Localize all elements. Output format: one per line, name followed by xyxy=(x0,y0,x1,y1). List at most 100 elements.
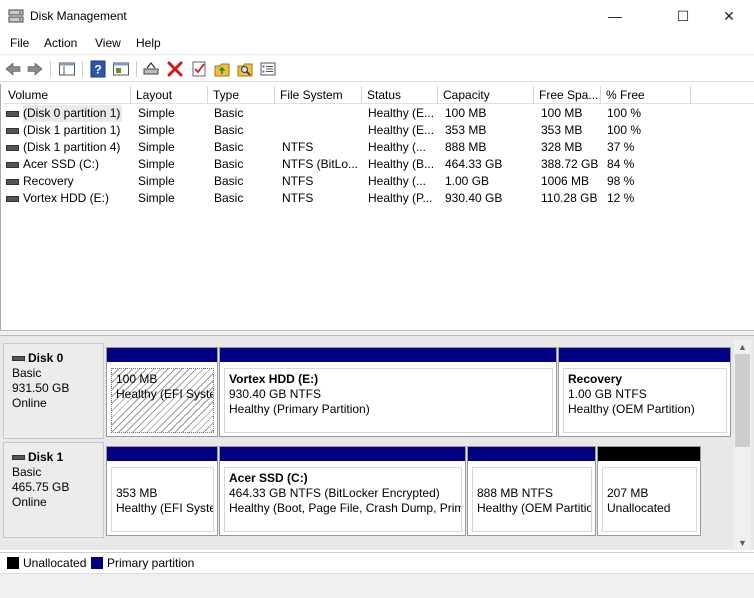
menu-view[interactable]: View xyxy=(95,36,121,50)
help-icon[interactable]: ? xyxy=(89,60,107,78)
cell-layout: Simple xyxy=(138,106,175,120)
partition-efi[interactable]: 100 MB Healthy (EFI System Partition) xyxy=(106,347,218,437)
cell-percent-free: 84 % xyxy=(607,157,635,171)
up-folder-icon[interactable] xyxy=(213,60,231,78)
partition-size: 930.40 GB NTFS xyxy=(229,387,322,401)
cell-volume: (Disk 1 partition 1) xyxy=(23,123,121,137)
table-row[interactable]: Acer SSD (C:) Simple Basic NTFS (BitLo..… xyxy=(3,156,693,173)
checklist-icon[interactable] xyxy=(190,60,208,78)
toolbar: ? xyxy=(0,54,754,82)
partition-status: Healthy (OEM Partition) xyxy=(477,501,592,515)
scrollbar-thumb[interactable] xyxy=(735,354,750,447)
cell-layout: Simple xyxy=(138,157,175,171)
column-free-space[interactable]: Free Spa... xyxy=(534,86,601,104)
partition-vortex-hdd[interactable]: Vortex HDD (E:) 930.40 GB NTFS Healthy (… xyxy=(219,347,557,437)
search-folder-icon[interactable] xyxy=(236,60,254,78)
cell-filesystem: NTFS xyxy=(282,191,314,205)
partition-recovery[interactable]: Recovery 1.00 GB NTFS Healthy (OEM Parti… xyxy=(558,347,731,437)
volume-icon xyxy=(6,179,19,185)
partition-bar xyxy=(598,447,700,461)
cell-free-space: 328 MB xyxy=(541,140,583,154)
cell-layout: Simple xyxy=(138,191,175,205)
column-status[interactable]: Status xyxy=(362,86,438,104)
menu-bar: File Action View Help xyxy=(0,33,754,53)
cell-free-space: 388.72 GB xyxy=(541,157,599,171)
partition-size: 888 MB NTFS xyxy=(477,486,554,500)
table-row[interactable]: (Disk 1 partition 4) Simple Basic NTFS H… xyxy=(3,139,693,156)
partition-status: Unallocated xyxy=(607,501,671,515)
connect-disk-icon[interactable] xyxy=(142,60,160,78)
partition-body: Vortex HDD (E:) 930.40 GB NTFS Healthy (… xyxy=(224,368,553,433)
volume-icon xyxy=(6,162,19,168)
cell-volume: (Disk 1 partition 4) xyxy=(23,140,121,154)
cell-free-space: 1006 MB xyxy=(541,174,590,188)
scroll-up-icon[interactable]: ▲ xyxy=(734,340,751,354)
table-header: Volume Layout Type File System Status Ca… xyxy=(3,86,754,104)
properties-view-icon[interactable] xyxy=(112,60,130,78)
console-tree-icon[interactable] xyxy=(58,60,76,78)
partition-bar xyxy=(559,348,730,362)
cell-status: Healthy (... xyxy=(368,174,427,188)
cell-status: Healthy (... xyxy=(368,140,427,154)
title-bar: Disk Management — ☐ ✕ xyxy=(0,0,754,32)
close-button[interactable]: ✕ xyxy=(706,0,752,32)
volume-icon xyxy=(6,111,19,117)
partition-unallocated[interactable]: 207 MB Unallocated xyxy=(597,446,701,536)
column-volume[interactable]: Volume xyxy=(3,86,131,104)
partition-size: 1.00 GB NTFS xyxy=(568,387,647,401)
volume-icon xyxy=(6,145,19,151)
cell-capacity: 464.33 GB xyxy=(445,157,503,171)
partition-acer-ssd[interactable]: Acer SSD (C:) 464.33 GB NTFS (BitLocker … xyxy=(219,446,466,536)
delete-icon[interactable] xyxy=(166,60,184,78)
cell-capacity: 353 MB xyxy=(445,123,487,137)
column-percent-free[interactable]: % Free xyxy=(601,86,691,104)
table-row[interactable]: Vortex HDD (E:) Simple Basic NTFS Health… xyxy=(3,190,693,207)
partition-status: Healthy (EFI System Partition) xyxy=(116,387,213,401)
cell-capacity: 100 MB xyxy=(445,106,487,120)
settings-list-icon[interactable] xyxy=(259,60,277,78)
legend-bar: Unallocated Primary partition xyxy=(0,552,754,572)
partition-bar xyxy=(468,447,595,461)
cell-type: Basic xyxy=(214,157,244,171)
disk-1-label[interactable]: Disk 1 Basic 465.75 GB Online xyxy=(3,442,104,538)
forward-arrow-icon[interactable] xyxy=(26,60,44,78)
partition-oem[interactable]: 888 MB NTFS Healthy (OEM Partition) xyxy=(467,446,596,536)
cell-percent-free: 12 % xyxy=(607,191,635,205)
partition-bar xyxy=(220,447,465,461)
column-layout[interactable]: Layout xyxy=(131,86,208,104)
column-filesystem[interactable]: File System xyxy=(275,86,362,104)
cell-capacity: 1.00 GB xyxy=(445,174,490,188)
cell-free-space: 110.28 GB xyxy=(541,191,598,205)
scroll-down-icon[interactable]: ▼ xyxy=(734,536,751,550)
status-bar xyxy=(0,573,754,598)
menu-file[interactable]: File xyxy=(10,36,29,50)
table-row[interactable]: (Disk 0 partition 1) Simple Basic Health… xyxy=(3,105,693,122)
disk-0-label[interactable]: Disk 0 Basic 931.50 GB Online xyxy=(3,343,104,439)
partition-body: 888 MB NTFS Healthy (OEM Partition) xyxy=(472,467,592,532)
partition-efi[interactable]: 353 MB Healthy (EFI System Partition) xyxy=(106,446,218,536)
table-row[interactable]: (Disk 1 partition 1) Simple Basic Health… xyxy=(3,122,693,139)
cell-percent-free: 100 % xyxy=(607,106,642,120)
minimize-button[interactable]: — xyxy=(592,0,638,32)
cell-filesystem: NTFS (BitLo... xyxy=(282,157,359,171)
menu-action[interactable]: Action xyxy=(44,36,77,50)
maximize-button[interactable]: ☐ xyxy=(660,0,706,32)
partition-body: 207 MB Unallocated xyxy=(602,467,697,532)
partition-status: Healthy (Primary Partition) xyxy=(229,402,370,416)
vertical-scrollbar[interactable]: ▲ ▼ xyxy=(734,340,751,550)
partition-body: Acer SSD (C:) 464.33 GB NTFS (BitLocker … xyxy=(224,467,462,532)
partition-status: Healthy (Boot, Page File, Crash Dump, Pr… xyxy=(229,501,461,515)
partition-bar xyxy=(107,348,217,362)
back-arrow-icon[interactable] xyxy=(4,60,22,78)
cell-layout: Simple xyxy=(138,140,175,154)
volume-icon xyxy=(6,128,19,134)
primary-swatch xyxy=(91,557,103,569)
column-capacity[interactable]: Capacity xyxy=(438,86,534,104)
disk-size: 931.50 GB xyxy=(12,381,70,395)
cell-status: Healthy (E... xyxy=(368,106,435,120)
column-type[interactable]: Type xyxy=(208,86,275,104)
table-row[interactable]: Recovery Simple Basic NTFS Healthy (... … xyxy=(3,173,693,190)
toolbar-separator xyxy=(82,61,83,77)
menu-help[interactable]: Help xyxy=(136,36,161,50)
cell-filesystem: NTFS xyxy=(282,140,314,154)
